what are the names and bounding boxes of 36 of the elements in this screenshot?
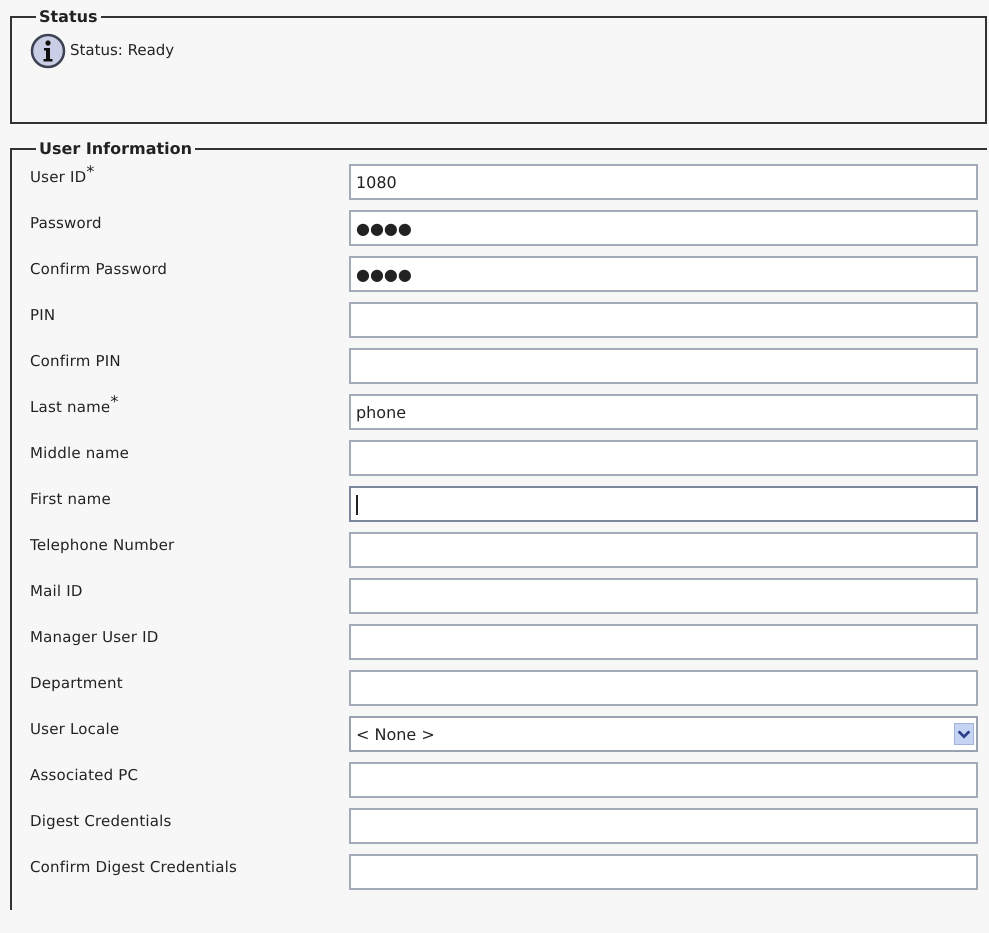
input-field[interactable]: ●●●● bbox=[349, 256, 978, 292]
input-field[interactable] bbox=[349, 486, 978, 522]
field-label: User Locale bbox=[30, 718, 120, 740]
field-label: Password bbox=[30, 212, 103, 234]
input-field[interactable] bbox=[349, 624, 978, 660]
input-field[interactable]: ●●●● bbox=[349, 210, 978, 246]
input-field[interactable] bbox=[349, 762, 978, 798]
select-field[interactable]: < None > bbox=[349, 716, 978, 752]
status-message: Status: Ready bbox=[70, 40, 174, 62]
input-field[interactable]: phone bbox=[349, 394, 978, 430]
panel-title: User Information bbox=[38, 140, 193, 158]
field-label: First name bbox=[30, 488, 112, 510]
field-label: Mail ID bbox=[30, 580, 84, 602]
input-field[interactable] bbox=[349, 808, 978, 844]
input-field[interactable] bbox=[349, 302, 978, 338]
input-field[interactable] bbox=[349, 670, 978, 706]
field-label: PIN bbox=[30, 304, 56, 326]
input-field[interactable] bbox=[349, 532, 978, 568]
field-label: Confirm Digest Credentials bbox=[30, 856, 238, 878]
input-field[interactable] bbox=[349, 348, 978, 384]
input-field[interactable] bbox=[349, 578, 978, 614]
field-label: Digest Credentials bbox=[30, 810, 173, 832]
field-label: Confirm PIN bbox=[30, 350, 122, 372]
text-cursor bbox=[356, 494, 358, 515]
field-label: Department bbox=[30, 672, 124, 694]
panel-title: Status bbox=[38, 8, 99, 26]
info-icon bbox=[30, 32, 66, 70]
chevron-down-icon bbox=[954, 722, 974, 745]
field-label: Telephone Number bbox=[30, 534, 176, 556]
field-label: Middle name bbox=[30, 442, 130, 464]
field-label: Associated PC bbox=[30, 764, 140, 786]
field-label: Manager User ID bbox=[30, 626, 160, 648]
input-field[interactable]: 1080 bbox=[349, 164, 978, 200]
input-field[interactable] bbox=[349, 854, 978, 890]
input-field[interactable] bbox=[349, 440, 978, 476]
field-label: Confirm Password bbox=[30, 258, 168, 280]
